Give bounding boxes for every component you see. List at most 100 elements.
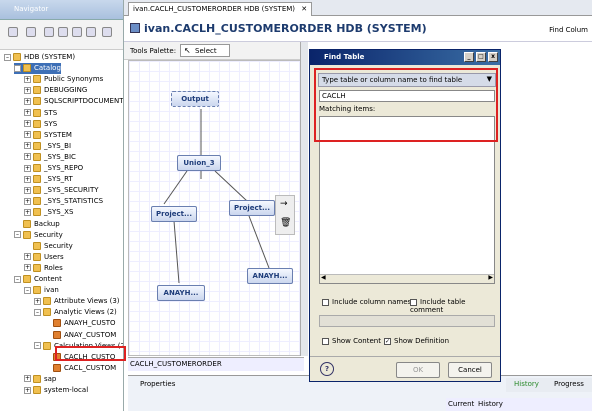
history-tab-2[interactable]: History <box>478 400 503 408</box>
include-columns-option[interactable]: Include column names <box>322 298 411 306</box>
filter-icon[interactable] <box>26 27 36 37</box>
tree-item[interactable]: ANAYH_CUSTO <box>44 318 116 329</box>
expand-icon[interactable]: + <box>24 264 31 272</box>
tree-item[interactable]: – Security <box>14 230 63 241</box>
scroll-right-icon[interactable]: ▶ <box>488 274 493 281</box>
expand-icon[interactable]: + <box>24 186 31 194</box>
projection-node-2[interactable]: Project... <box>229 200 275 216</box>
history-tab[interactable]: History <box>514 380 539 388</box>
tree-item[interactable]: + SYS <box>24 119 57 130</box>
include-comment-option[interactable]: Include table comment <box>410 298 496 314</box>
canvas-splitter[interactable] <box>300 42 308 356</box>
refresh-icon[interactable] <box>44 27 54 37</box>
tree-item-label: SQLSCRIPTDOCUMENT <box>44 97 124 106</box>
current-tab[interactable]: Current <box>448 400 474 408</box>
include-comment-checkbox[interactable] <box>410 298 417 306</box>
expand-icon[interactable]: + <box>24 386 31 394</box>
tree-item[interactable]: CACL_CUSTOM <box>44 363 116 374</box>
tree-item[interactable]: ANAY_CUSTOM <box>44 330 116 341</box>
tree-item[interactable]: + _SYS_SECURITY <box>24 185 99 196</box>
help-icon[interactable]: ? <box>320 362 334 376</box>
tree-item[interactable]: + _SYS_RT <box>24 174 73 185</box>
show-definition-checkbox[interactable]: ✓ <box>384 337 391 345</box>
tree-item[interactable]: – Catalog <box>14 63 61 75</box>
collapse-icon[interactable]: – <box>34 308 41 316</box>
tree-item[interactable]: + Users <box>24 252 64 263</box>
progress-tab[interactable]: Progress <box>554 380 584 388</box>
select-tool-dropdown[interactable]: ↖ Select <box>180 44 230 57</box>
cancel-button[interactable]: Cancel <box>448 362 492 378</box>
tree-item[interactable]: + SYSTEM <box>24 130 72 141</box>
add-system-icon[interactable] <box>8 27 18 37</box>
show-content-option[interactable]: Show Content <box>322 337 381 345</box>
tree-item[interactable]: + SQLSCRIPTDOCUMENT <box>24 96 124 107</box>
ok-button[interactable]: OK <box>396 362 440 378</box>
tree-item[interactable]: + Attribute Views (3) <box>34 296 120 307</box>
expand-icon[interactable]: + <box>24 153 31 161</box>
include-columns-checkbox[interactable] <box>322 298 329 306</box>
tree-item[interactable]: + _SYS_BIC <box>24 152 76 163</box>
expand-icon[interactable]: + <box>24 175 31 183</box>
output-node[interactable]: Output <box>171 91 219 107</box>
folder-icon <box>33 208 41 217</box>
expand-icon[interactable]: + <box>24 142 31 150</box>
close-button[interactable]: x <box>488 52 498 62</box>
union-node[interactable]: Union_3 <box>177 155 221 171</box>
expand-icon[interactable]: + <box>24 253 31 261</box>
tree-item[interactable]: + STS <box>24 108 57 119</box>
expand-icon[interactable]: + <box>24 208 31 216</box>
menu-icon[interactable] <box>102 27 112 37</box>
arrow-icon[interactable]: → <box>280 199 288 209</box>
tree-item[interactable]: + _SYS_REPO <box>24 163 83 174</box>
folder-icon[interactable] <box>58 27 68 37</box>
expand-icon[interactable]: + <box>24 131 31 139</box>
tree-item[interactable]: Security <box>24 241 73 252</box>
tree-item[interactable]: – HDB (SYSTEM) <box>4 52 75 63</box>
horizontal-scrollbar[interactable]: ◀ ▶ <box>320 274 494 283</box>
expand-icon[interactable]: + <box>24 109 31 116</box>
show-content-checkbox[interactable] <box>322 337 329 345</box>
expand-icon[interactable]: + <box>24 120 31 128</box>
expand-icon[interactable]: + <box>24 86 31 94</box>
tree-item[interactable]: + system-local <box>24 385 88 396</box>
tree-item[interactable]: – Content <box>14 274 62 285</box>
diagram-canvas[interactable]: Output Union_3 Project... Project... ANA… <box>128 60 304 356</box>
tree-item[interactable]: + sap <box>24 374 56 385</box>
expand-icon[interactable]: + <box>24 97 31 105</box>
scroll-left-icon[interactable]: ◀ <box>321 274 326 281</box>
collapse-icon[interactable]: – <box>14 231 21 239</box>
minimize-button[interactable]: _ <box>464 52 474 62</box>
tree-item[interactable]: + _SYS_XS <box>24 207 73 218</box>
tree-item[interactable]: + _SYS_BI <box>24 141 71 152</box>
expand-icon[interactable]: + <box>24 197 31 205</box>
link-icon[interactable] <box>86 27 96 37</box>
analytic-view-node-2[interactable]: ANAYH... <box>247 268 293 284</box>
show-definition-option[interactable]: ✓ Show Definition <box>384 337 449 345</box>
tree-item[interactable]: + Public Synonyms <box>24 74 103 85</box>
tree-item[interactable]: – ivan <box>24 285 59 296</box>
collapse-icon[interactable]: – <box>34 342 41 350</box>
collapse-icon[interactable]: – <box>4 53 11 61</box>
tree-item[interactable]: + _SYS_STATISTICS <box>24 196 103 207</box>
collapse-icon[interactable]: – <box>14 275 21 283</box>
tree-item[interactable]: – Analytic Views (2) <box>34 307 117 318</box>
collapse-icon[interactable]: – <box>14 64 21 72</box>
tree-item[interactable]: + Roles <box>24 263 63 274</box>
collapse-icon[interactable]: – <box>24 286 31 294</box>
collapse-icon[interactable] <box>72 27 82 37</box>
editor-tab[interactable]: ivan.CACLH_CUSTOMERORDER HDB (SYSTEM) ✕ <box>128 2 313 16</box>
properties-tab[interactable]: Properties <box>140 380 175 388</box>
expand-icon[interactable]: + <box>24 75 31 83</box>
analytic-view-node-1[interactable]: ANAYH... <box>157 285 205 301</box>
tree-item[interactable]: + DEBUGGING <box>24 85 87 96</box>
maximize-button[interactable]: □ <box>476 52 486 62</box>
bottom-editor-tab[interactable]: CACLH_CUSTOMERORDER <box>128 357 304 371</box>
expand-icon[interactable]: + <box>24 164 31 172</box>
expand-icon[interactable]: + <box>24 375 31 383</box>
tree-item[interactable]: Backup <box>14 219 60 230</box>
folder-icon <box>33 164 41 172</box>
projection-node-1[interactable]: Project... <box>151 206 197 222</box>
expand-icon[interactable]: + <box>34 297 41 305</box>
delete-icon[interactable]: 🗑 <box>280 218 291 228</box>
close-icon[interactable]: ✕ <box>301 5 307 13</box>
